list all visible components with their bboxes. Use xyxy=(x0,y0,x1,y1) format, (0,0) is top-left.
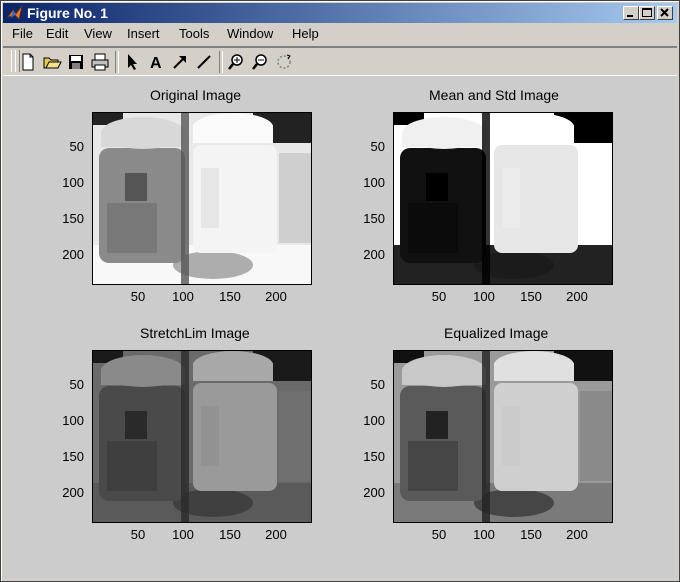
image-meanstd xyxy=(394,113,612,284)
title-bar[interactable]: Figure No. 1 xyxy=(3,3,677,23)
x-tick-label: 100 xyxy=(473,289,495,304)
save-icon[interactable] xyxy=(65,51,87,73)
x-tick-label: 150 xyxy=(520,527,542,542)
image-stretch xyxy=(93,351,311,522)
y-tick-label: 50 xyxy=(69,139,84,154)
x-tick-label: 50 xyxy=(130,527,146,542)
y-tick-label: 100 xyxy=(363,175,385,190)
panel-title: Original Image xyxy=(150,87,242,103)
image-axes-original[interactable] xyxy=(92,112,312,285)
y-tick-label: 50 xyxy=(69,377,84,392)
x-tick-label: 100 xyxy=(172,289,194,304)
new-file-icon[interactable] xyxy=(17,51,39,73)
zoom-out-icon[interactable] xyxy=(249,51,271,73)
rotate-icon[interactable] xyxy=(273,51,295,73)
y-tick-label: 200 xyxy=(62,247,84,262)
image-axes-equalized[interactable] xyxy=(393,350,613,523)
matlab-logo-icon xyxy=(7,5,23,21)
menu-window[interactable]: Window xyxy=(227,26,273,41)
toolbar-separator xyxy=(219,51,223,73)
image-axes-stretch[interactable] xyxy=(92,350,312,523)
toolbar: A xyxy=(3,46,677,76)
menu-insert[interactable]: Insert xyxy=(127,26,160,41)
panel-title: StretchLim Image xyxy=(140,325,250,341)
image-axes-meanstd[interactable] xyxy=(393,112,613,285)
x-tick-label: 150 xyxy=(520,289,542,304)
image-equalized xyxy=(394,351,612,522)
panel-title: Mean and Std Image xyxy=(429,87,559,103)
text-icon[interactable]: A xyxy=(145,51,167,73)
menu-file[interactable]: File xyxy=(12,26,33,41)
y-tick-label: 150 xyxy=(363,449,385,464)
y-tick-label: 100 xyxy=(363,413,385,428)
arrow-icon[interactable] xyxy=(169,51,191,73)
y-tick-label: 50 xyxy=(370,139,385,154)
menu-help[interactable]: Help xyxy=(292,26,319,41)
x-tick-label: 200 xyxy=(566,289,588,304)
figure-window: Figure No. 1 File Edit View Insert Tools… xyxy=(0,0,680,582)
x-tick-label: 50 xyxy=(431,289,447,304)
svg-text:A: A xyxy=(150,55,162,72)
maximize-button[interactable] xyxy=(639,6,655,20)
toolbar-separator xyxy=(115,51,119,73)
y-tick-label: 100 xyxy=(62,413,84,428)
menu-bar: File Edit View Insert Tools Window Help xyxy=(3,24,677,44)
zoom-in-icon[interactable] xyxy=(225,51,247,73)
x-tick-label: 150 xyxy=(219,289,241,304)
x-tick-label: 200 xyxy=(566,527,588,542)
menu-view[interactable]: View xyxy=(84,26,112,41)
print-icon[interactable] xyxy=(89,51,111,73)
x-tick-label: 200 xyxy=(265,527,287,542)
minimize-button[interactable] xyxy=(623,6,639,20)
panel-title: Equalized Image xyxy=(444,325,549,341)
x-tick-label: 150 xyxy=(219,527,241,542)
close-button[interactable] xyxy=(657,6,673,20)
y-tick-label: 150 xyxy=(363,211,385,226)
y-tick-label: 200 xyxy=(363,247,385,262)
open-folder-icon[interactable] xyxy=(41,51,63,73)
x-tick-label: 50 xyxy=(130,289,146,304)
window-title: Figure No. 1 xyxy=(27,5,108,21)
y-tick-label: 150 xyxy=(62,449,84,464)
y-tick-label: 150 xyxy=(62,211,84,226)
x-tick-label: 200 xyxy=(265,289,287,304)
line-icon[interactable] xyxy=(193,51,215,73)
menu-edit[interactable]: Edit xyxy=(46,26,68,41)
y-tick-label: 200 xyxy=(363,485,385,500)
y-tick-label: 200 xyxy=(62,485,84,500)
menu-tools[interactable]: Tools xyxy=(179,26,209,41)
x-tick-label: 50 xyxy=(431,527,447,542)
x-tick-label: 100 xyxy=(473,527,495,542)
image-original xyxy=(93,113,311,284)
figure-canvas: Original Image 50 100 150 200 50 100 150… xyxy=(3,76,677,579)
x-tick-label: 100 xyxy=(172,527,194,542)
y-tick-label: 100 xyxy=(62,175,84,190)
pointer-icon[interactable] xyxy=(121,51,143,73)
y-tick-label: 50 xyxy=(370,377,385,392)
